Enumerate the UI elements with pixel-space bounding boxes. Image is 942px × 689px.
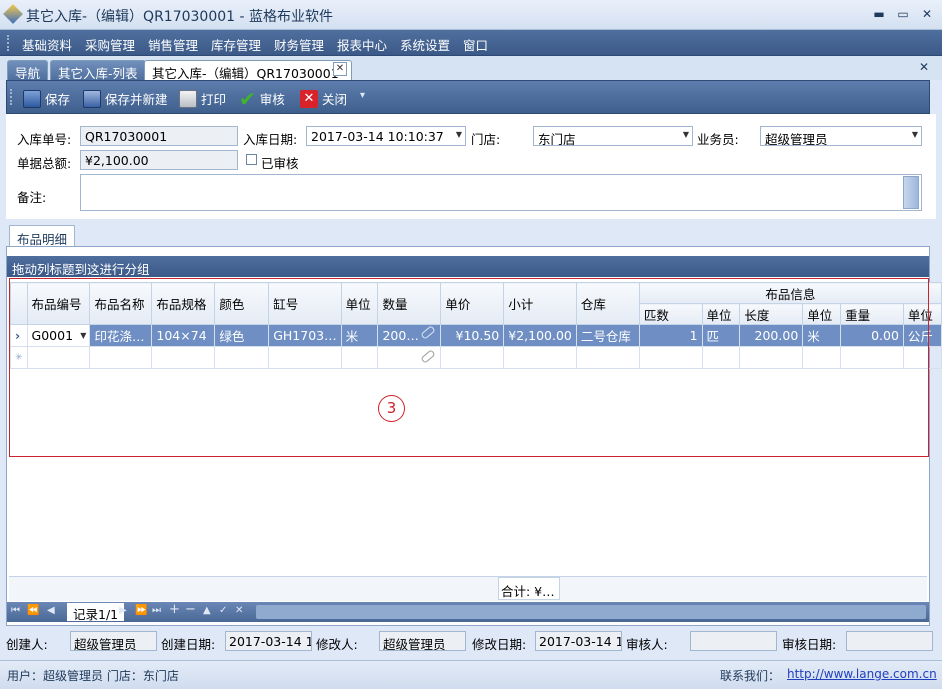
salesman-label: 业务员: — [697, 132, 739, 147]
record-indicator: 记录1/1 — [67, 603, 125, 622]
order-no-field[interactable]: QR17030001 — [80, 126, 238, 146]
total-amount-field: ¥2,100.00 — [80, 150, 238, 170]
approve-label: 审核 — [259, 92, 285, 107]
cancel-edit-icon[interactable]: ✕ — [235, 605, 243, 616]
first-record-icon[interactable]: ⏮ — [11, 605, 20, 616]
approver-field — [690, 631, 777, 651]
last-record-icon[interactable]: ⏭ — [152, 605, 161, 616]
save-label: 保存 — [45, 92, 71, 107]
save-and-new-button[interactable]: 保存并新建 — [83, 89, 168, 108]
next-record-icon[interactable]: ▶ — [119, 605, 127, 616]
remark-label: 备注: — [17, 190, 47, 205]
approver-label: 审核人: — [626, 637, 668, 652]
next-page-icon[interactable]: ⏩ — [135, 605, 147, 616]
date-value: 2017-03-14 10:10:37 — [311, 129, 444, 144]
menu-inventory[interactable]: 库存管理 — [211, 34, 261, 55]
created-date-field: 2017-03-14 10 — [225, 631, 312, 651]
group-by-panel[interactable]: 拖动列标题到这进行分组 — [7, 256, 929, 277]
prev-page-icon[interactable]: ⏪ — [27, 605, 39, 616]
store-select[interactable]: 东门店 ▼ — [533, 126, 693, 146]
website-link[interactable]: http://www.lange.com.cn — [787, 667, 937, 681]
printer-icon — [179, 89, 197, 108]
approve-date-label: 审核日期: — [782, 637, 837, 652]
store-label: 门店: — [471, 132, 501, 147]
window-close-button[interactable]: ✕ — [916, 6, 938, 22]
total-label: 单据总额: — [17, 156, 72, 171]
current-user-info: 用户：超级管理员 门店：东门店 — [7, 669, 179, 683]
save-new-label: 保存并新建 — [105, 92, 168, 107]
app-logo-icon — [3, 4, 23, 24]
close-button[interactable]: ✕ 关闭 — [300, 89, 347, 108]
tab-other-inbound-list[interactable]: 其它入库-列表 — [50, 60, 146, 81]
menu-settings[interactable]: 系统设置 — [400, 34, 450, 55]
add-record-icon[interactable]: + — [169, 602, 180, 617]
approve-date-field — [846, 631, 933, 651]
save-button[interactable]: 保存 — [23, 89, 70, 108]
chevron-down-icon: ▼ — [682, 130, 689, 139]
close-label: 关闭 — [322, 92, 348, 107]
creator-label: 创建人: — [6, 637, 48, 652]
chevron-down-icon: ▼ — [455, 130, 462, 139]
tab-navigation[interactable]: 导航 — [7, 60, 49, 81]
order-no-label: 入库单号: — [17, 132, 72, 147]
date-label: 入库日期: — [243, 132, 298, 147]
menu-window[interactable]: 窗口 — [463, 34, 488, 55]
salesman-value: 超级管理员 — [765, 132, 828, 146]
delete-record-icon[interactable]: − — [185, 602, 196, 617]
remark-textarea[interactable] — [80, 174, 922, 211]
toolbar-grip-icon — [10, 89, 13, 105]
menu-bar: 基础资料 采购管理 销售管理 库存管理 财务管理 报表中心 系统设置 窗口 — [0, 30, 942, 56]
end-edit-icon[interactable]: ✓ — [219, 605, 227, 616]
menu-purchase[interactable]: 采购管理 — [85, 34, 135, 55]
inbound-date-picker[interactable]: 2017-03-14 10:10:37 ▼ — [306, 126, 466, 146]
creator-field: 超级管理员 — [70, 631, 157, 651]
prev-record-icon[interactable]: ◀ — [47, 605, 55, 616]
tab-label: 其它入库-（编辑）QR17030001 — [152, 66, 339, 81]
annotation-marker: 3 — [378, 395, 405, 422]
approved-label: 已审核 — [261, 156, 299, 171]
created-date-label: 创建日期: — [161, 637, 216, 652]
modifier-field: 超级管理员 — [379, 631, 466, 651]
check-icon: ✔ — [239, 86, 256, 111]
toolbar-overflow-icon[interactable]: ▾ — [360, 90, 365, 101]
close-x-icon: ✕ — [300, 89, 318, 108]
contact-label: 联系我们： — [720, 669, 781, 683]
summary-footer — [9, 576, 927, 601]
modified-date-field: 2017-03-14 10 — [535, 631, 622, 651]
menu-sales[interactable]: 销售管理 — [148, 34, 198, 55]
approve-button[interactable]: ✔ 审核 — [239, 86, 285, 111]
edit-record-icon[interactable]: ▲ — [203, 605, 211, 616]
modifier-label: 修改人: — [316, 637, 358, 652]
save-new-icon — [83, 89, 101, 108]
restore-button[interactable]: ▭ — [892, 6, 914, 22]
toolbar: 保存 保存并新建 打印 ✔ 审核 ✕ 关闭 ▾ — [6, 80, 930, 114]
document-close-icon[interactable]: ✕ — [919, 60, 929, 74]
approved-checkbox[interactable] — [246, 154, 257, 165]
store-value: 东门店 — [538, 132, 576, 146]
remark-scrollbar[interactable] — [903, 176, 919, 209]
chevron-down-icon: ▼ — [911, 130, 918, 139]
menu-grip-icon — [7, 35, 10, 51]
salesman-select[interactable]: 超级管理员 ▼ — [760, 126, 922, 146]
print-button[interactable]: 打印 — [179, 89, 226, 108]
tab-fabric-details[interactable]: 布品明细 — [9, 225, 76, 247]
horizontal-scrollbar[interactable] — [256, 605, 926, 619]
menu-finance[interactable]: 财务管理 — [274, 34, 324, 55]
minimize-button[interactable]: ▬ — [868, 6, 890, 22]
window-title: 其它入库-（编辑）QR17030001 - 蓝格布业软件 — [26, 9, 334, 25]
save-icon — [23, 89, 41, 108]
menu-reports[interactable]: 报表中心 — [337, 34, 387, 55]
document-tab-strip: 导航 其它入库-列表 其它入库-（编辑）QR17030001 ✕ — [0, 56, 942, 81]
tab-close-icon[interactable]: ✕ — [333, 62, 347, 76]
tab-other-inbound-edit[interactable]: 其它入库-（编辑）QR17030001 — [144, 60, 352, 81]
modified-date-label: 修改日期: — [472, 637, 527, 652]
highlight-frame — [9, 278, 929, 457]
menu-basic-data[interactable]: 基础资料 — [22, 34, 72, 55]
print-label: 打印 — [201, 92, 227, 107]
title-bar: 其它入库-（编辑）QR17030001 - 蓝格布业软件 ▬ ▭ ✕ — [0, 0, 942, 30]
status-bar: 用户：超级管理员 门店：东门店 联系我们： http://www.lange.c… — [0, 660, 942, 689]
subtotal-summary-cell: 合计: ¥… — [498, 577, 560, 600]
